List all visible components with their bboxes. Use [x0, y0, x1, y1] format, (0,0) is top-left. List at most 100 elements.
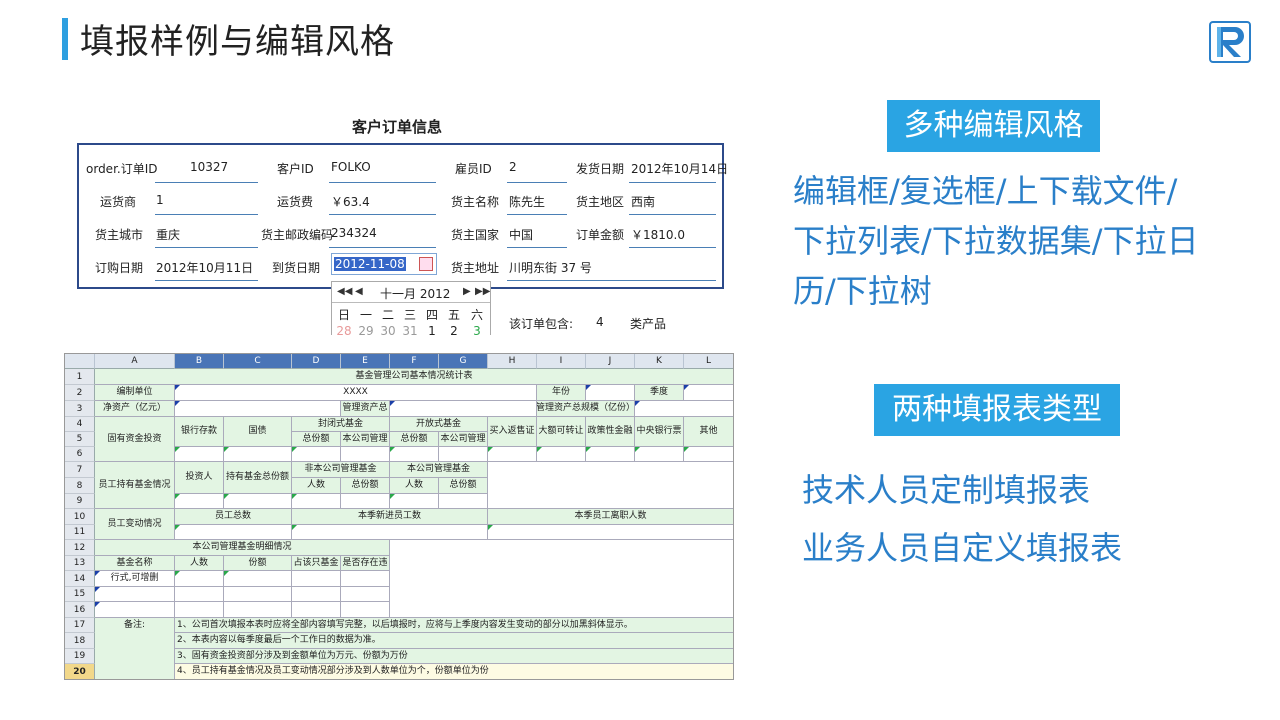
row-header-current[interactable]: 20	[65, 664, 95, 679]
leave-staff-cell[interactable]: 本季员工离职人数	[488, 509, 733, 525]
investors-cell[interactable]: 投资人	[175, 462, 224, 494]
prev-month-button[interactable]: ◀	[355, 286, 363, 297]
value-owner-city[interactable]: 重庆	[156, 226, 180, 243]
calendar-day[interactable]: 3	[466, 324, 488, 335]
input-cell[interactable]	[175, 494, 224, 509]
central-bill-cell[interactable]: 中央银行票	[635, 417, 684, 447]
input-cell[interactable]	[292, 571, 341, 587]
input-cell[interactable]	[684, 447, 733, 462]
column-header[interactable]: D	[292, 354, 341, 369]
input-cell[interactable]	[390, 447, 439, 462]
detail-title-cell[interactable]: 本公司管理基金明细情况	[95, 540, 390, 556]
value-owner-name[interactable]: 陈先生	[509, 193, 545, 210]
closed-fund-cell[interactable]: 封闭式基金	[292, 417, 390, 432]
remark-4-cell[interactable]: 4、员工持有基金情况及员工变动情况部分涉及到人数单位为个，份额单位为份	[175, 664, 733, 679]
mgmt-scale-label-cell[interactable]: 管理资产总规模（亿份）	[537, 401, 635, 417]
column-header[interactable]: E	[341, 354, 390, 369]
remark-label-cell[interactable]: 备注:	[95, 618, 175, 679]
mgmt-total-label-cell[interactable]: 管理资产总	[341, 401, 390, 417]
input-cell[interactable]	[341, 602, 390, 618]
row-header[interactable]: 4	[65, 417, 95, 432]
row-header[interactable]: 17	[65, 618, 95, 633]
input-cell[interactable]	[175, 525, 292, 540]
value-freight[interactable]: ￥63.4	[331, 193, 370, 210]
input-cell[interactable]	[635, 447, 684, 462]
new-staff-cell[interactable]: 本季新进员工数	[292, 509, 488, 525]
input-cell[interactable]	[439, 494, 488, 509]
policy-finance-cell[interactable]: 政策性金融	[586, 417, 635, 447]
row-header[interactable]: 8	[65, 478, 95, 494]
open-fund-cell[interactable]: 开放式基金	[390, 417, 488, 432]
row-hint-cell[interactable]: 行式,可增删	[95, 571, 175, 587]
mgmt-scale-value-cell[interactable]	[635, 401, 733, 417]
input-cell[interactable]	[292, 494, 341, 509]
row-header[interactable]: 5	[65, 432, 95, 447]
staff-fund-label-cell[interactable]: 员工持有基金情况	[95, 462, 175, 509]
column-header[interactable]: L	[684, 354, 733, 369]
value-ship-date[interactable]: 2012年10月14日	[631, 160, 728, 177]
fixed-invest-label-cell[interactable]: 固有资金投资	[95, 417, 175, 462]
column-header[interactable]: C	[224, 354, 292, 369]
org-value-cell[interactable]: XXXX	[175, 385, 537, 401]
quarter-value-cell[interactable]	[684, 385, 733, 401]
input-cell[interactable]	[224, 587, 292, 602]
input-cell[interactable]	[488, 447, 537, 462]
org-label-cell[interactable]: 编制单位	[95, 385, 175, 401]
staff-change-label-cell[interactable]: 员工变动情况	[95, 509, 175, 540]
row-header[interactable]: 1	[65, 369, 95, 385]
row-header[interactable]: 6	[65, 447, 95, 462]
arrival-date-value[interactable]: 2012-11-08	[334, 257, 406, 271]
quarter-label-cell[interactable]: 季度	[635, 385, 684, 401]
total-shares-cell[interactable]: 总份额	[292, 432, 341, 447]
row-header[interactable]: 16	[65, 602, 95, 618]
ratio-cell[interactable]: 占该只基金	[292, 556, 341, 571]
input-cell[interactable]	[95, 587, 175, 602]
input-cell[interactable]	[341, 447, 390, 462]
net-asset-value-cell[interactable]	[175, 401, 341, 417]
value-employee-id[interactable]: 2	[509, 160, 517, 174]
non-own-mgmt-fund-cell[interactable]: 非本公司管理基金	[292, 462, 390, 478]
own-mgmt-cell[interactable]: 本公司管理	[341, 432, 390, 447]
input-cell[interactable]	[292, 447, 341, 462]
value-customer-id[interactable]: FOLKO	[331, 160, 371, 174]
row-header[interactable]: 13	[65, 556, 95, 571]
value-owner-address[interactable]: 川明东街 37 号	[509, 259, 592, 276]
value-order-id[interactable]: 10327	[190, 160, 228, 174]
column-header[interactable]: G	[439, 354, 488, 369]
fund-name-cell[interactable]: 基金名称	[95, 556, 175, 571]
value-order-amount[interactable]: ￥1810.0	[631, 226, 685, 243]
input-cell[interactable]	[439, 447, 488, 462]
column-header[interactable]: I	[537, 354, 586, 369]
next-month-button[interactable]: ▶	[463, 286, 471, 297]
input-cell[interactable]	[537, 447, 586, 462]
input-cell[interactable]	[488, 525, 733, 540]
row-header[interactable]: 15	[65, 587, 95, 602]
row-header[interactable]: 3	[65, 401, 95, 417]
calendar-day[interactable]: 1	[421, 324, 443, 335]
input-cell[interactable]	[175, 602, 224, 618]
row-header[interactable]: 11	[65, 525, 95, 540]
staff-total-cell[interactable]: 员工总数	[175, 509, 292, 525]
mgmt-total-value-cell[interactable]	[390, 401, 537, 417]
input-cell[interactable]	[586, 447, 635, 462]
transfer-deposit-cell[interactable]: 大额可转让	[537, 417, 586, 447]
input-cell[interactable]	[175, 587, 224, 602]
column-header[interactable]: A	[95, 354, 175, 369]
input-cell[interactable]	[224, 602, 292, 618]
calendar-day[interactable]: 30	[377, 324, 399, 335]
row-header[interactable]: 19	[65, 649, 95, 664]
people-cell[interactable]: 人数	[175, 556, 224, 571]
other-cell[interactable]: 其他	[684, 417, 733, 447]
hold-cell[interactable]: 是否存在违	[341, 556, 390, 571]
prev-year-button[interactable]: ◀◀	[337, 286, 352, 297]
row-header[interactable]: 18	[65, 633, 95, 649]
input-cell[interactable]	[292, 525, 488, 540]
input-cell[interactable]	[341, 494, 390, 509]
column-header[interactable]: F	[390, 354, 439, 369]
sheet-title-cell[interactable]: 基金管理公司基本情况统计表	[95, 369, 733, 385]
input-cell[interactable]	[292, 587, 341, 602]
calendar-day[interactable]: 2	[443, 324, 465, 335]
next-year-button[interactable]: ▶▶	[475, 286, 490, 297]
total-shares-cell[interactable]: 总份额	[390, 432, 439, 447]
column-header[interactable]: B	[175, 354, 224, 369]
